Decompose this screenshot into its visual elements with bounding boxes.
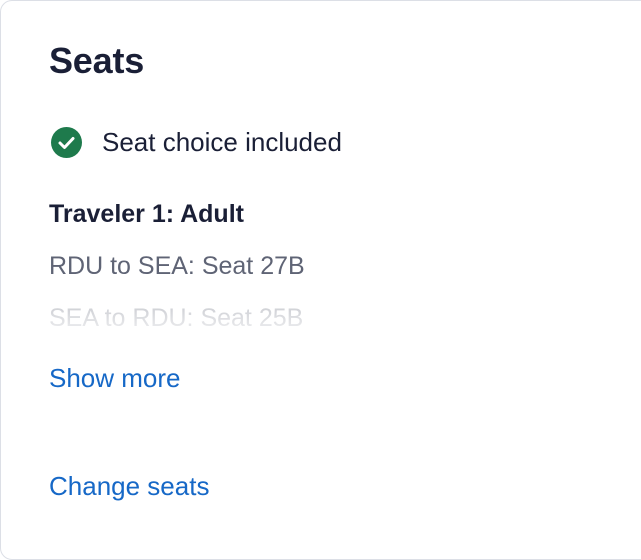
- change-seats-link[interactable]: Change seats: [49, 469, 209, 503]
- seat-choice-status: Seat choice included: [51, 125, 342, 159]
- seat-assignment: RDU to SEA: Seat 27B: [49, 252, 305, 280]
- section-title: Seats: [49, 40, 145, 81]
- seat-choice-status-text: Seat choice included: [102, 127, 342, 157]
- show-more-link[interactable]: Show more: [49, 361, 181, 395]
- check-circle-icon: [51, 126, 82, 158]
- seat-assignment: SEA to RDU: Seat 25B: [49, 304, 304, 332]
- seats-card: Seats Seat choice included Traveler 1: A…: [0, 0, 641, 560]
- traveler-label: Traveler 1: Adult: [49, 200, 244, 228]
